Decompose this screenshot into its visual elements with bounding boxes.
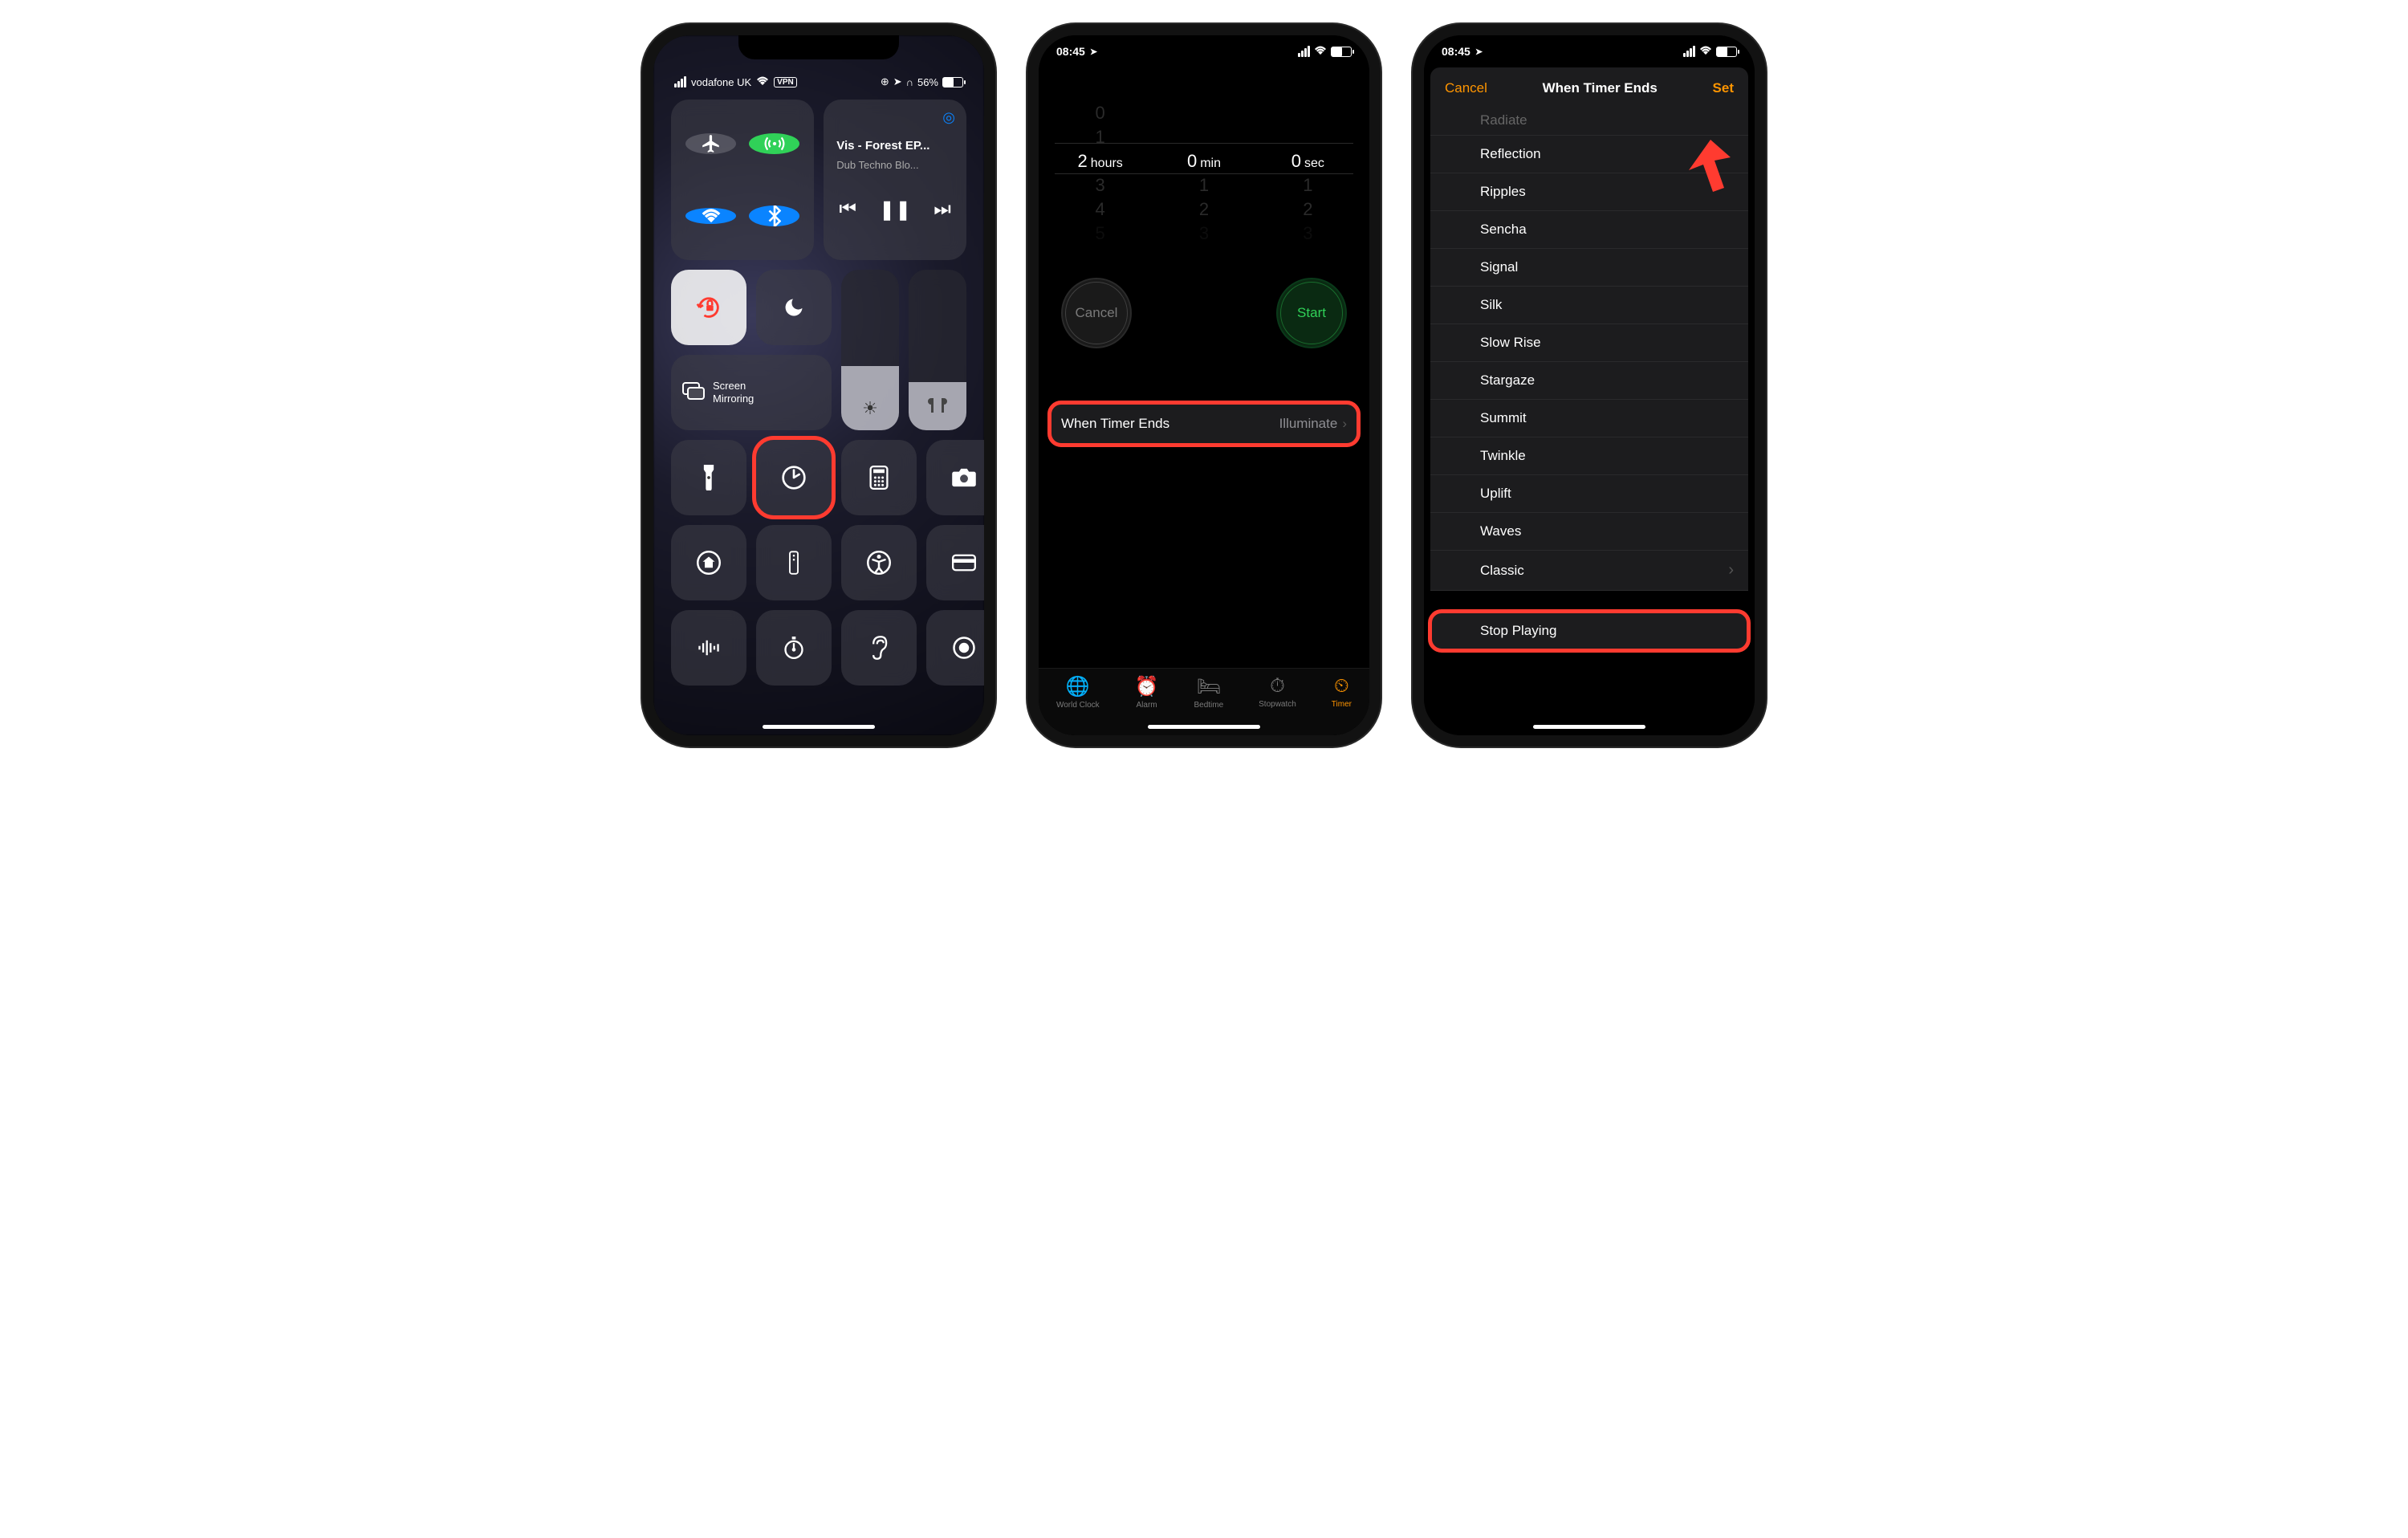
bed-icon: 🛏: [1197, 675, 1221, 698]
tab-stopwatch[interactable]: ⏱Stopwatch: [1259, 675, 1296, 709]
vpn-badge: VPN: [774, 77, 797, 87]
volume-slider[interactable]: [909, 270, 966, 430]
pause-button[interactable]: ❚❚: [879, 198, 911, 222]
cellular-bars-icon: [1298, 46, 1310, 57]
battery-pct: 56%: [917, 76, 938, 88]
wifi-icon: [1314, 45, 1327, 58]
cellular-bars-icon: [1683, 46, 1695, 57]
sound-option[interactable]: Silk: [1430, 287, 1748, 324]
alarm-icon: ⏰: [1135, 675, 1159, 698]
when-timer-ends-value: Illuminate: [1279, 416, 1338, 432]
notch: [738, 35, 899, 59]
next-track-button[interactable]: ⏭: [934, 198, 951, 222]
location-arrow-icon: ➤: [1475, 47, 1483, 57]
wifi-toggle[interactable]: [685, 208, 736, 224]
home-indicator[interactable]: [1533, 725, 1645, 729]
cancel-button[interactable]: Cancel: [1061, 278, 1132, 348]
media-subtitle: Dub Techno Blo...: [836, 159, 954, 171]
set-button[interactable]: Set: [1713, 80, 1734, 96]
cellular-toggle[interactable]: [749, 133, 799, 154]
home-indicator[interactable]: [763, 725, 875, 729]
orientation-lock-toggle[interactable]: [671, 270, 746, 345]
carrier-label: vodafone UK: [691, 76, 751, 88]
sound-option[interactable]: Radiate: [1430, 109, 1748, 136]
tab-timer[interactable]: ⏲Timer: [1332, 675, 1352, 709]
sound-option[interactable]: Uplift: [1430, 475, 1748, 513]
brightness-icon: ☀: [862, 398, 878, 419]
airpods-icon: [926, 395, 949, 419]
prev-track-button[interactable]: ⏮: [839, 198, 856, 222]
battery-icon: [1331, 47, 1352, 57]
classic-row[interactable]: Classic ›: [1430, 551, 1748, 591]
record-button[interactable]: [926, 610, 995, 686]
camera-button[interactable]: [926, 440, 995, 515]
accessibility-button[interactable]: [841, 525, 917, 600]
wallet-button[interactable]: [926, 525, 995, 600]
cellular-bars-icon: [674, 76, 686, 87]
phone-timer: 08:45 ➤ 0 1 2hours 3 4 5 0min: [1027, 24, 1381, 747]
start-button[interactable]: Start: [1276, 278, 1347, 348]
sound-option[interactable]: Summit: [1430, 400, 1748, 437]
sound-option[interactable]: Slow Rise: [1430, 324, 1748, 362]
location-arrow-icon: ➤: [893, 75, 902, 88]
tab-bedtime[interactable]: 🛏Bedtime: [1194, 675, 1223, 710]
headphones-icon: ∩: [906, 76, 913, 88]
airplane-toggle[interactable]: [685, 133, 736, 154]
tab-alarm[interactable]: ⏰Alarm: [1135, 675, 1159, 710]
notch: [1509, 35, 1670, 59]
tab-world-clock[interactable]: 🌐World Clock: [1056, 675, 1100, 710]
sound-option[interactable]: Waves: [1430, 513, 1748, 551]
globe-icon: 🌐: [1066, 675, 1090, 698]
cancel-button[interactable]: Cancel: [1445, 80, 1487, 96]
phone-sound-picker: 08:45 ➤ Cancel When Timer Ends Set Radia…: [1413, 24, 1766, 747]
stopwatch-button[interactable]: [756, 610, 832, 686]
media-title: Vis - Forest EP...: [836, 139, 954, 153]
sound-option[interactable]: Sencha: [1430, 211, 1748, 249]
ear-button[interactable]: [841, 610, 917, 686]
status-time: 08:45: [1056, 45, 1085, 58]
dnd-toggle[interactable]: [756, 270, 832, 345]
chevron-right-icon: ›: [1728, 561, 1734, 580]
screen-mirroring-button[interactable]: Screen Mirroring: [671, 355, 832, 430]
notch: [1124, 35, 1284, 59]
status-bar: vodafone UK VPN ⊕ ➤ ∩ 56%: [671, 75, 966, 100]
sound-option[interactable]: Signal: [1430, 249, 1748, 287]
modal-header: Cancel When Timer Ends Set: [1430, 67, 1748, 109]
brightness-slider[interactable]: ☀: [841, 270, 899, 430]
home-indicator[interactable]: [1148, 725, 1260, 729]
stop-playing-row[interactable]: Stop Playing: [1430, 612, 1748, 650]
airplay-icon[interactable]: ◎: [942, 109, 955, 126]
remote-button[interactable]: [756, 525, 832, 600]
wifi-icon: [1699, 45, 1712, 58]
sound-option[interactable]: Stargaze: [1430, 362, 1748, 400]
location-arrow-icon: ➤: [1090, 47, 1097, 57]
chevron-right-icon: ›: [1342, 416, 1347, 432]
highlight-arrow: [1666, 140, 1731, 200]
flashlight-button[interactable]: [671, 440, 746, 515]
phone-control-center: vodafone UK VPN ⊕ ➤ ∩ 56%: [642, 24, 995, 747]
hearing-button[interactable]: [671, 610, 746, 686]
connectivity-module[interactable]: [671, 100, 814, 260]
wifi-icon: [756, 76, 769, 88]
screen-mirroring-icon: [682, 381, 705, 404]
timer-icon: ⏲: [1334, 675, 1349, 698]
timer-button[interactable]: [756, 440, 832, 515]
status-time: 08:45: [1442, 45, 1470, 58]
battery-icon: [1716, 47, 1737, 57]
sound-option[interactable]: Twinkle: [1430, 437, 1748, 475]
screen-mirroring-label: Screen Mirroring: [713, 380, 754, 405]
battery-icon: [942, 77, 963, 87]
calculator-button[interactable]: [841, 440, 917, 515]
when-timer-ends-row[interactable]: When Timer Ends Illuminate›: [1050, 403, 1358, 445]
time-picker[interactable]: 0 1 2hours 3 4 5 0min 1 2 3 0sec 1 2 3: [1039, 85, 1369, 262]
modal-title: When Timer Ends: [1543, 80, 1658, 96]
home-button[interactable]: [671, 525, 746, 600]
bluetooth-toggle[interactable]: [749, 205, 799, 226]
stopwatch-icon: ⏱: [1270, 675, 1285, 698]
media-module[interactable]: ◎ Vis - Forest EP... Dub Techno Blo... ⏮…: [824, 100, 966, 260]
when-timer-ends-label: When Timer Ends: [1061, 416, 1169, 432]
location-icon: ⊕: [881, 75, 889, 88]
